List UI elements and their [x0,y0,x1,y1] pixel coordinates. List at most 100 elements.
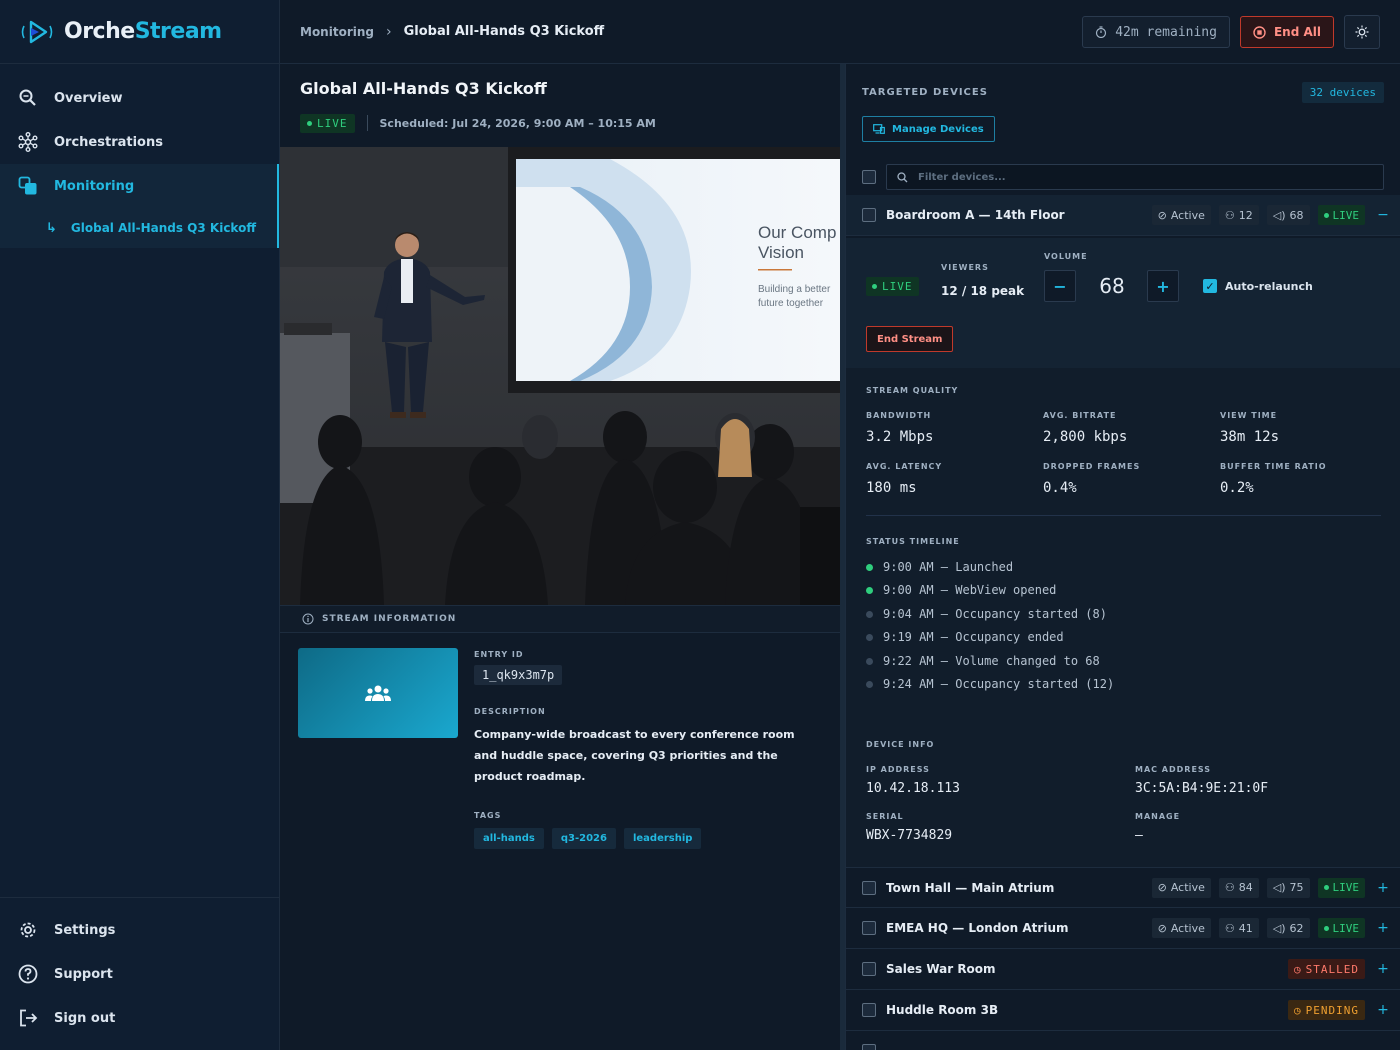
divider [366,115,368,131]
search-icon [897,171,908,182]
status-text: PENDING [1305,1003,1359,1017]
select-all-checkbox[interactable] [862,170,876,184]
nav-subitem-stream[interactable]: ↳ Global All-Hands Q3 Kickoff [0,208,279,248]
state-text: Active [1170,208,1205,222]
help-icon [18,964,38,984]
tags-label: TAGS [474,811,502,820]
viewers-block: VIEWERS 12 / 18 peak [941,263,1024,298]
info-value: — [1135,828,1143,843]
device-name: EMEA HQ — London Atrium [886,921,1069,935]
tag-list: all-hands q3-2026 leadership [474,828,820,849]
brand-name: OrcheStream [64,19,222,44]
info-value: WBX-7734829 [866,828,953,843]
divider [866,515,1381,516]
status-text: STALLED [1305,962,1359,976]
live-text: LIVE [1332,921,1360,935]
volume-chip: ◁) 62 [1266,918,1310,938]
theme-toggle-button[interactable] [1344,15,1380,49]
status-dot [866,563,873,571]
video-player[interactable]: Our Comp Vision Building a better future… [280,147,840,605]
info-header-label: STREAM INFORMATION [322,614,457,624]
filter-row: Filter devices... [846,164,1400,190]
nav-label: Settings [54,922,116,938]
metric-value: 3.2 Mbps [866,429,934,445]
device-checkbox[interactable] [862,921,876,935]
play-logo-icon [21,20,53,43]
users-icon: ⚇ [1224,921,1235,935]
device-row[interactable]: Boardroom A — 14th Floor ⊘ Active ⚇ 12 ◁) 6… [846,195,1400,236]
metric-label: VIEW TIME [1220,411,1278,420]
nav-item-settings[interactable]: Settings [0,908,279,952]
brand-logo[interactable]: OrcheStream [0,0,279,64]
quality-metric: AVG. LATENCY 180 ms [866,462,942,496]
expand-toggle[interactable]: + [1371,880,1395,896]
expand-toggle[interactable]: + [1371,920,1395,936]
expand-toggle[interactable]: + [1371,1002,1395,1018]
timeline-entry: 9:00 AM — WebView opened [866,583,1056,597]
slide-title-1: Our Comp [758,223,836,242]
volume-increase-button[interactable]: + [1147,270,1179,302]
volume-value: 62 [1289,921,1304,935]
live-dot [872,284,877,289]
breadcrumb-root[interactable]: Monitoring [300,25,374,39]
timeline-text: 9:00 AM — Launched [883,560,1014,574]
app-root: OrcheStream Overview Orchestrations Moni… [0,0,1400,1050]
tag-chip[interactable]: leadership [623,828,702,849]
volume-chip: ◁) 75 [1266,877,1310,898]
devices-title: TARGETED DEVICES [862,87,988,98]
device-checkbox[interactable] [862,208,876,222]
layers-icon [18,176,37,195]
nav-item-orchestrations[interactable]: Orchestrations [0,120,279,164]
end-all-button[interactable]: End All [1239,16,1334,48]
device-row[interactable]: Sales War Room ◷ STALLED + [846,949,1400,990]
users-icon: ⚇ [1224,881,1235,894]
device-checkbox[interactable] [862,1044,876,1050]
live-text: LIVE [882,280,913,293]
stream-thumbnail [298,648,458,738]
collapse-toggle[interactable]: − [1371,207,1395,223]
device-checkbox[interactable] [862,880,876,895]
expand-toggle[interactable]: + [1371,961,1395,977]
info-label: SERIAL [866,812,904,821]
tag-chip[interactable]: q3-2026 [551,828,616,849]
main-nav: Overview Orchestrations Monitoring ↳ Glo… [0,64,279,248]
tag-chip[interactable]: all-hands [474,828,544,849]
device-row[interactable] [846,1031,1400,1050]
device-row[interactable]: EMEA HQ — London Atrium ⊘ Active ⚇ 41 ◁) 62… [846,908,1400,949]
device-checkbox[interactable] [862,1003,876,1017]
nav-label: Orchestrations [54,134,163,150]
checkbox-checked-icon[interactable]: ✓ [1203,279,1217,293]
timeline-text: 9:22 AM — Volume changed to 68 [883,654,1100,668]
nav-item-support[interactable]: Support [0,952,279,996]
device-name: Sales War Room [886,962,996,976]
device-info-mac: MAC ADDRESS 3C:5A:B4:9E:21:0F [1135,765,1268,796]
device-row[interactable]: Town Hall — Main Atrium ⊘ Active ⚇ 84 ◁) 75… [846,867,1400,908]
status-dot [866,586,873,594]
volume-decrease-button[interactable]: − [1044,270,1076,302]
volume-label: VOLUME [1044,252,1088,261]
filter-devices-input[interactable]: Filter devices... [886,164,1384,190]
sidebar-bottom: Settings Support Sign out [0,897,279,1050]
end-stream-button[interactable]: End Stream [866,326,954,352]
status-dot [866,657,873,665]
device-state-chip: ⊘ Active [1151,877,1211,898]
nav-item-signout[interactable]: Sign out [0,996,279,1040]
quality-metric: DROPPED FRAMES 0.4% [1043,462,1140,496]
stream-detail: Global All-Hands Q3 Kickoff LIVE Schedul… [280,64,840,1050]
slide-title-2: Vision [758,243,804,262]
live-text: LIVE [1332,881,1360,894]
entry-id-value[interactable]: 1_qk9x3m7p [474,665,563,685]
metric-label: AVG. LATENCY [866,462,943,471]
device-info-label: DEVICE INFO [866,740,935,749]
manage-devices-button[interactable]: Manage Devices [862,116,995,142]
entry-id-label: ENTRY ID [474,650,524,659]
metric-label: BANDWIDTH [866,411,932,420]
state-text: Active [1170,881,1205,894]
device-row[interactable]: Huddle Room 3B ◷ PENDING + [846,990,1400,1031]
device-name: Boardroom A — 14th Floor [886,208,1065,222]
nav-item-overview[interactable]: Overview [0,76,279,120]
nav-item-monitoring[interactable]: Monitoring [0,164,279,208]
device-checkbox[interactable] [862,962,876,976]
metric-value: 38m 12s [1220,429,1280,445]
auto-relaunch-toggle[interactable]: ✓ Auto-relaunch [1203,279,1313,293]
